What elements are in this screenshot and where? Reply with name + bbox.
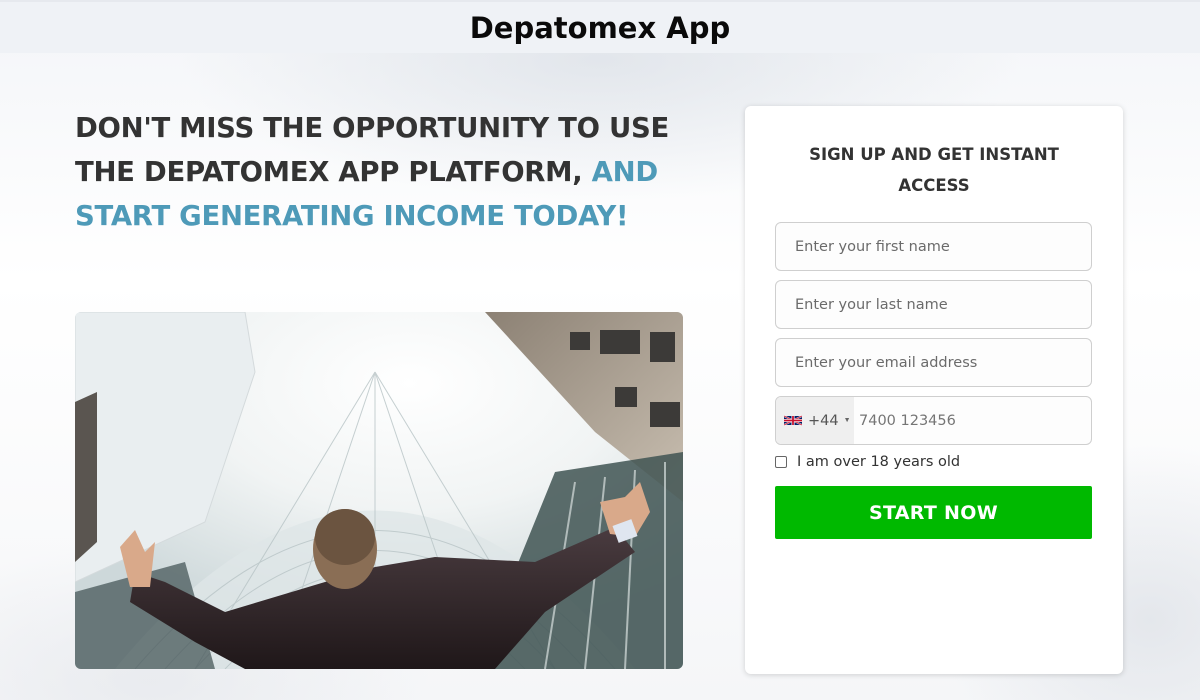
headline-dark-text: DON'T MISS THE OPPORTUNITY TO USE THE DE… [75,112,669,188]
dial-code: +44 [808,412,839,429]
start-now-button[interactable]: START NOW [775,486,1092,539]
age-confirmation[interactable]: I am over 18 years old [775,454,960,470]
last-name-input[interactable] [775,280,1092,329]
form-title: SIGN UP AND GET INSTANT ACCESS [809,145,1059,195]
phone-number-input[interactable] [854,397,1091,444]
email-input[interactable] [775,338,1092,387]
first-name-input[interactable] [775,222,1092,271]
country-code-selector[interactable]: +44 ▼ [776,397,854,444]
signup-form-card: SIGN UP AND GET INSTANT ACCESS +44 ▼ I a… [745,106,1123,674]
hero-illustration [75,312,683,669]
phone-field: +44 ▼ [775,396,1092,445]
age-checkbox-label: I am over 18 years old [797,454,961,470]
top-header-bar: Depatomex App [0,0,1200,53]
uk-flag-icon [784,415,802,426]
hero-image [75,312,683,669]
hero-headline: DON'T MISS THE OPPORTUNITY TO USE THE DE… [75,106,695,238]
chevron-down-icon: ▼ [843,417,851,424]
app-title: Depatomex App [469,10,731,45]
age-checkbox[interactable] [775,456,787,468]
